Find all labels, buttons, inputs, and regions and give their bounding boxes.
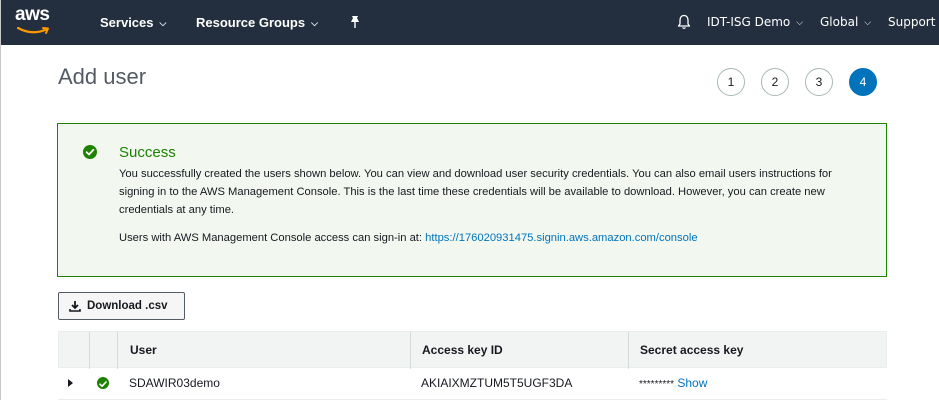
column-header-secret-access-key[interactable]: Secret access key xyxy=(640,332,743,369)
chevron-down-icon: ⌵ xyxy=(159,18,167,28)
download-icon xyxy=(69,301,81,312)
support-menu[interactable]: Support⌵ xyxy=(888,0,939,45)
region-menu[interactable]: Global ⌵ xyxy=(820,0,871,45)
show-secret-link[interactable]: Show xyxy=(677,376,707,390)
resource-groups-label: Resource Groups xyxy=(196,15,306,30)
aws-smile-icon xyxy=(17,26,49,34)
download-csv-label: Download .csv xyxy=(87,300,168,312)
alert-title: Success xyxy=(119,144,176,161)
secret-masked: ********* xyxy=(639,379,675,390)
support-label: Support xyxy=(888,15,936,29)
column-header-access-key-id[interactable]: Access key ID xyxy=(422,332,503,369)
region-label: Global xyxy=(820,15,859,29)
expand-row-icon[interactable] xyxy=(68,379,73,387)
download-csv-button[interactable]: Download .csv xyxy=(58,292,185,320)
column-divider xyxy=(117,332,118,369)
bell-icon[interactable] xyxy=(677,14,691,30)
cell-secret-access-key: ********* Show xyxy=(639,368,707,398)
cell-access-key-id: AKIAIXMZTUM5T5UGF3DA xyxy=(421,376,573,390)
column-divider xyxy=(89,332,90,369)
column-header-user[interactable]: User xyxy=(130,332,157,369)
cell-user: SDAWIR03demo xyxy=(129,376,220,390)
table-row: SDAWIR03demo AKIAIXMZTUM5T5UGF3DA ******… xyxy=(58,368,887,400)
wizard-step-4: 4 xyxy=(849,68,877,96)
success-check-icon xyxy=(97,377,109,389)
signin-prefix: Users with AWS Management Console access… xyxy=(119,232,426,244)
signin-url-link[interactable]: https://176020931475.signin.aws.amazon.c… xyxy=(425,232,697,244)
wizard-step-2[interactable]: 2 xyxy=(761,68,789,96)
account-label: IDT-ISG Demo xyxy=(707,15,791,29)
resource-groups-menu[interactable]: Resource Groups ⌵ xyxy=(196,0,318,45)
chevron-down-icon: ⌵ xyxy=(796,18,804,28)
account-menu[interactable]: IDT-ISG Demo ⌵ xyxy=(707,0,803,45)
column-divider xyxy=(628,332,629,369)
table-header: User Access key ID Secret access key xyxy=(58,331,887,369)
success-check-icon xyxy=(83,145,97,159)
pin-icon[interactable] xyxy=(350,15,360,29)
wizard-step-1[interactable]: 1 xyxy=(717,68,745,96)
alert-body: You successfully created the users shown… xyxy=(119,168,832,216)
page-title: Add user xyxy=(58,64,147,89)
aws-logo-text: aws xyxy=(15,4,50,25)
aws-logo[interactable]: aws xyxy=(15,4,55,38)
signin-info: Users with AWS Management Console access… xyxy=(119,232,698,244)
success-alert: Success You successfully created the use… xyxy=(57,123,887,277)
top-navigation-bar: aws Services ⌵ Resource Groups ⌵ IDT-ISG D… xyxy=(1,0,939,45)
chevron-down-icon: ⌵ xyxy=(311,18,318,28)
services-menu[interactable]: Services ⌵ xyxy=(100,0,166,45)
column-divider xyxy=(410,332,411,369)
services-label: Services xyxy=(100,15,154,30)
wizard-step-3[interactable]: 3 xyxy=(805,68,833,96)
app-frame: aws Services ⌵ Resource Groups ⌵ IDT-ISG D… xyxy=(0,0,939,400)
chevron-down-icon: ⌵ xyxy=(864,18,872,28)
